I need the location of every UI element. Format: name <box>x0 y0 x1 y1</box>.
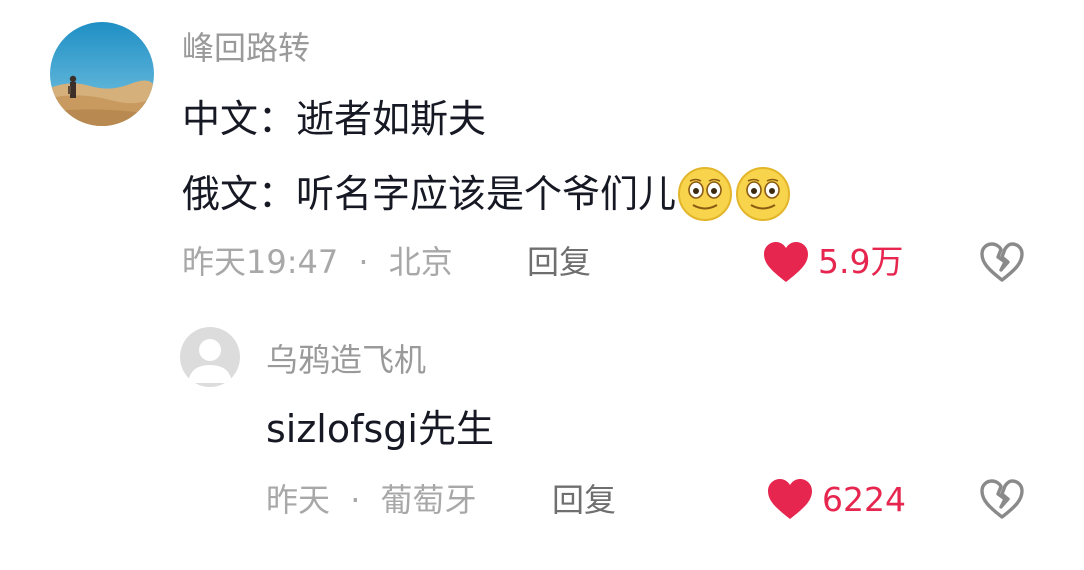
like-button[interactable] <box>766 477 814 521</box>
comment-location: 葡萄牙 <box>380 481 477 519</box>
dislike-button[interactable] <box>978 240 1026 284</box>
default-avatar-icon <box>180 327 240 387</box>
reply-button[interactable]: 回复 <box>552 480 616 520</box>
avatar[interactable] <box>180 327 240 387</box>
comment-time: 昨天 <box>266 481 331 519</box>
comment-text-line: 中文：逝者如斯夫 <box>182 97 487 141</box>
smile-emoji-icon <box>736 167 791 221</box>
comment-meta: 昨天19:47 · 北京 <box>182 242 453 282</box>
smile-emoji-icon <box>678 167 733 221</box>
meta-separator: · <box>358 243 369 281</box>
avatar[interactable] <box>50 22 154 126</box>
comment-text-line: sizlofsgi先生 <box>266 407 494 451</box>
dislike-button[interactable] <box>978 477 1026 521</box>
comment-text-line: 俄文：听名字应该是个爷们儿 <box>182 172 677 216</box>
comment-username[interactable]: 峰回路转 <box>182 28 310 68</box>
heart-filled-icon <box>768 479 812 519</box>
like-count: 5.9万 <box>818 242 904 281</box>
comment-text-row: 俄文：听名字应该是个爷们儿 <box>182 165 792 223</box>
reply-button[interactable]: 回复 <box>527 242 591 282</box>
like-button[interactable] <box>762 240 810 284</box>
broken-heart-icon <box>980 242 1024 282</box>
comment-meta: 昨天 · 葡萄牙 <box>266 480 477 520</box>
comment-time: 昨天19:47 <box>182 243 339 281</box>
like-count: 6224 <box>822 480 906 519</box>
comment-location: 北京 <box>388 243 453 281</box>
comment-username[interactable]: 乌鸦造飞机 <box>266 340 426 380</box>
meta-separator: · <box>350 481 361 519</box>
heart-filled-icon <box>764 242 808 282</box>
broken-heart-icon <box>980 479 1024 519</box>
